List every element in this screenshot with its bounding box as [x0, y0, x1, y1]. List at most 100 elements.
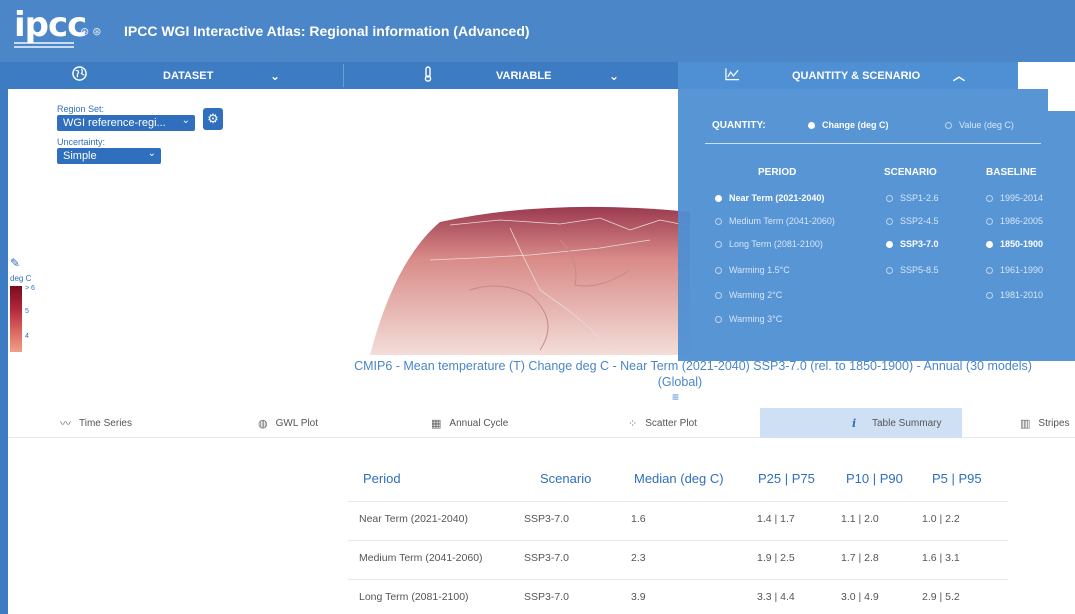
baseline-option[interactable]: 1986-2005 — [986, 216, 1043, 226]
period-option[interactable]: Warming 1.5°C — [715, 265, 790, 275]
baseline-option[interactable]: 1850-1900 — [986, 239, 1043, 249]
panel-divider — [705, 143, 1041, 144]
region-set-value: WGI reference-regi... — [63, 117, 166, 129]
period-option[interactable]: Warming 3°C — [715, 314, 782, 324]
stripes-icon: ▥ — [1020, 417, 1031, 430]
scenario-option[interactable]: SSP2-4.5 — [886, 216, 939, 226]
logo-underline — [14, 42, 74, 52]
table-cell: 1.6 | 3.1 — [922, 552, 960, 564]
scenario-option-label: SSP3-7.0 — [900, 239, 939, 249]
column-header: P25 | P75 — [758, 471, 815, 486]
table-cell: SSP3-7.0 — [524, 591, 569, 603]
radio-empty-icon — [886, 267, 893, 274]
quantity-option-change[interactable]: Change (deg C) — [808, 120, 889, 130]
tab-time-series-label: Time Series — [79, 417, 132, 429]
tab-dataset-label: DATASET — [163, 69, 214, 82]
radio-selected-icon — [808, 122, 815, 129]
radio-empty-icon — [715, 316, 722, 323]
app-title: IPCC WGI Interactive Atlas: Regional inf… — [124, 23, 530, 39]
timeseries-icon: 〰 — [60, 418, 71, 430]
baseline-option[interactable]: 1995-2014 — [986, 193, 1043, 203]
left-edge-strip — [0, 62, 8, 614]
radio-empty-icon — [986, 292, 993, 299]
period-option-label: Warming 3°C — [729, 314, 783, 324]
tab-variable[interactable]: VARIABLE ⌄ — [344, 62, 678, 89]
tab-annual-cycle[interactable]: ▦ Annual Cycle — [431, 408, 508, 438]
uncertainty-select[interactable]: Simple ⌄ — [57, 148, 161, 164]
tab-scatter-plot-label: Scatter Plot — [645, 417, 697, 429]
uncertainty-value: Simple — [63, 150, 97, 162]
calendar-icon: ▦ — [431, 417, 442, 430]
period-option-label: Warming 1.5°C — [729, 265, 790, 275]
period-option-label: Warming 2°C — [729, 290, 783, 300]
column-header: P10 | P90 — [846, 471, 903, 486]
radio-empty-icon — [886, 218, 893, 225]
scenario-option-label: SSP2-4.5 — [900, 216, 939, 226]
period-option[interactable]: Near Term (2021-2040) — [715, 193, 824, 203]
plot-tab-bar: 〰 Time Series ◍ GWL Plot ▦ Annual Cycle … — [8, 408, 1075, 438]
period-option[interactable]: Medium Term (2041-2060) — [715, 216, 835, 226]
scenario-option[interactable]: SSP1-2.6 — [886, 193, 939, 203]
period-option[interactable]: Long Term (2081-2100) — [715, 239, 823, 249]
period-option-label: Long Term (2081-2100) — [729, 239, 823, 249]
thermometer-icon — [423, 65, 433, 86]
region-set-select[interactable]: WGI reference-regi... ⌄ — [57, 115, 195, 131]
table-cell: Medium Term (2041-2060) — [359, 552, 483, 564]
table-cell: 2.9 | 5.2 — [922, 591, 960, 603]
tab-quantity-scenario-label: QUANTITY & SCENARIO — [792, 69, 921, 82]
period-option-label: Near Term (2021-2040) — [729, 193, 825, 203]
menu-icon[interactable]: ≡ — [672, 390, 679, 404]
period-option[interactable]: Warming 2°C — [715, 290, 782, 300]
baseline-option[interactable]: 1981-2010 — [986, 290, 1043, 300]
ipcc-logo[interactable]: ipcc — [14, 8, 87, 42]
radio-empty-icon — [986, 267, 993, 274]
atlas-page: ipcc ⊛ ⊛ IPCC WGI Interactive Atlas: Reg… — [0, 0, 1075, 614]
radio-empty-icon — [945, 122, 952, 129]
radio-empty-icon — [715, 292, 722, 299]
radio-empty-icon — [886, 195, 893, 202]
colorbar-tick: 4 — [25, 333, 29, 340]
tabbar-filler — [1018, 62, 1075, 89]
region-set-label: Region Set: — [57, 104, 105, 114]
radio-selected-icon — [715, 195, 722, 202]
radio-empty-icon — [715, 267, 722, 274]
region-settings-button[interactable]: ⚙ — [203, 108, 223, 130]
baseline-option-label: 1961-1990 — [1000, 265, 1044, 275]
table-cell: 3.0 | 4.9 — [841, 591, 879, 603]
quantity-option-value[interactable]: Value (deg C) — [945, 120, 1014, 130]
quantity-label: QUANTITY: — [712, 120, 766, 131]
chevron-down-icon: ⌄ — [609, 68, 620, 83]
world-map[interactable] — [300, 200, 690, 355]
baseline-option-label: 1981-2010 — [1000, 290, 1044, 300]
radio-empty-icon — [986, 195, 993, 202]
app-header: ipcc ⊛ ⊛ IPCC WGI Interactive Atlas: Reg… — [0, 0, 1075, 62]
table-row: Long Term (2081-2100) SSP3-7.0 3.9 3.3 |… — [348, 579, 1008, 614]
baseline-option[interactable]: 1961-1990 — [986, 265, 1043, 275]
edit-colorbar-icon[interactable]: ✎ — [10, 256, 20, 270]
table-cell: 1.6 — [631, 513, 646, 525]
main-tab-bar: DATASET ⌄ VARIABLE ⌄ QUANTITY & SCENARIO… — [8, 62, 1075, 89]
table-row: Medium Term (2041-2060) SSP3-7.0 2.3 1.9… — [348, 540, 1008, 576]
tab-time-series[interactable]: 〰 Time Series — [60, 408, 132, 438]
info-icon: i — [852, 416, 857, 430]
radio-empty-icon — [715, 241, 722, 248]
table-cell: 3.3 | 4.4 — [757, 591, 795, 603]
scenario-option[interactable]: SSP3-7.0 — [886, 239, 939, 249]
uncertainty-label: Uncertainty: — [57, 137, 106, 147]
baseline-option-label: 1986-2005 — [1000, 216, 1044, 226]
baseline-option-label: 1995-2014 — [1000, 193, 1044, 203]
column-header: Median (deg C) — [634, 471, 724, 486]
map-caption-region: (Global) — [657, 375, 703, 389]
tab-table-summary[interactable]: i Table Summary — [760, 408, 962, 438]
table-cell: 1.9 | 2.5 — [757, 552, 795, 564]
tab-quantity-scenario[interactable]: QUANTITY & SCENARIO ︿ — [678, 62, 1018, 89]
tab-scatter-plot[interactable]: ⁘ Scatter Plot — [628, 408, 697, 438]
tab-dataset[interactable]: DATASET ⌄ — [8, 62, 343, 89]
scenario-option[interactable]: SSP5-8.5 — [886, 265, 939, 275]
tab-stripes[interactable]: ▥ Stripes — [1020, 408, 1070, 438]
table-cell: 2.3 — [631, 552, 646, 564]
tab-gwl-plot[interactable]: ◍ GWL Plot — [258, 408, 318, 438]
colorbar-tick: > 6 — [25, 285, 35, 292]
chart-line-icon — [725, 67, 740, 85]
table-cell: 1.1 | 2.0 — [841, 513, 879, 525]
